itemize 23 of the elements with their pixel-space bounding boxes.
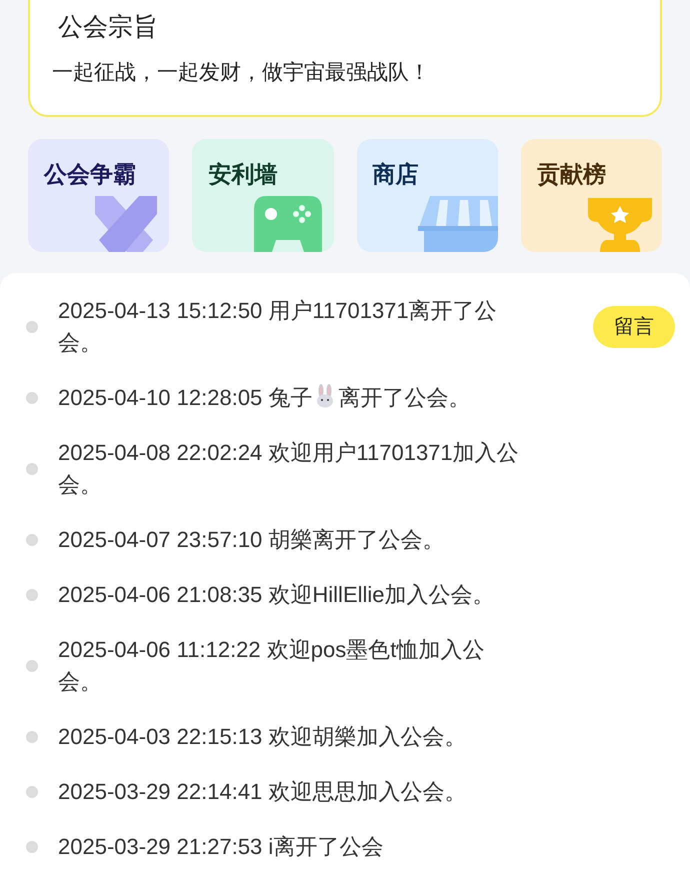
gamepad-icon: [254, 196, 322, 252]
log-text: 2025-04-08 22:02:24 欢迎用户11701371加入公会。: [58, 440, 519, 497]
feature-tile[interactable]: 安利墙: [192, 139, 334, 252]
log-text: 2025-04-07 23:57:10 胡樂离开了公会。: [58, 527, 444, 552]
log-text: 2025-04-13 15:12:50 用户11701371离开了公会。: [58, 298, 497, 355]
log-text: 2025-03-29 22:14:41 欢迎思思加入公会。: [58, 779, 466, 804]
tile-title: 公会争霸: [44, 160, 136, 189]
log-text: 离开了公会。: [338, 385, 470, 410]
feature-tile[interactable]: 公会争霸: [28, 139, 170, 252]
feature-tile[interactable]: 商店: [356, 139, 498, 252]
tile-title: 安利墙: [208, 160, 278, 189]
log-text: 2025-03-29 21:27:53 i离开了公会: [58, 834, 384, 859]
feature-tile[interactable]: 贡献榜: [520, 139, 662, 252]
log-text: 2025-04-03 22:15:13 欢迎胡樂加入公会。: [58, 724, 466, 749]
shop-awning-icon: [418, 196, 498, 252]
motto-title: 公会宗旨: [57, 12, 158, 43]
message-button[interactable]: 留言: [593, 306, 675, 348]
log-text: 2025-04-10 12:28:05 兔子: [58, 385, 312, 410]
log-text: 2025-04-06 21:08:35 欢迎HillEllie加入公会。: [58, 582, 495, 607]
tile-title: 贡献榜: [536, 160, 606, 189]
motto-text: 一起征战，一起发财，做宇宙最强战队！: [52, 60, 430, 86]
log-text: 2025-04-06 11:12:22 欢迎pos墨色t恤加入公会。: [58, 637, 484, 694]
tile-title: 商店: [372, 160, 418, 189]
